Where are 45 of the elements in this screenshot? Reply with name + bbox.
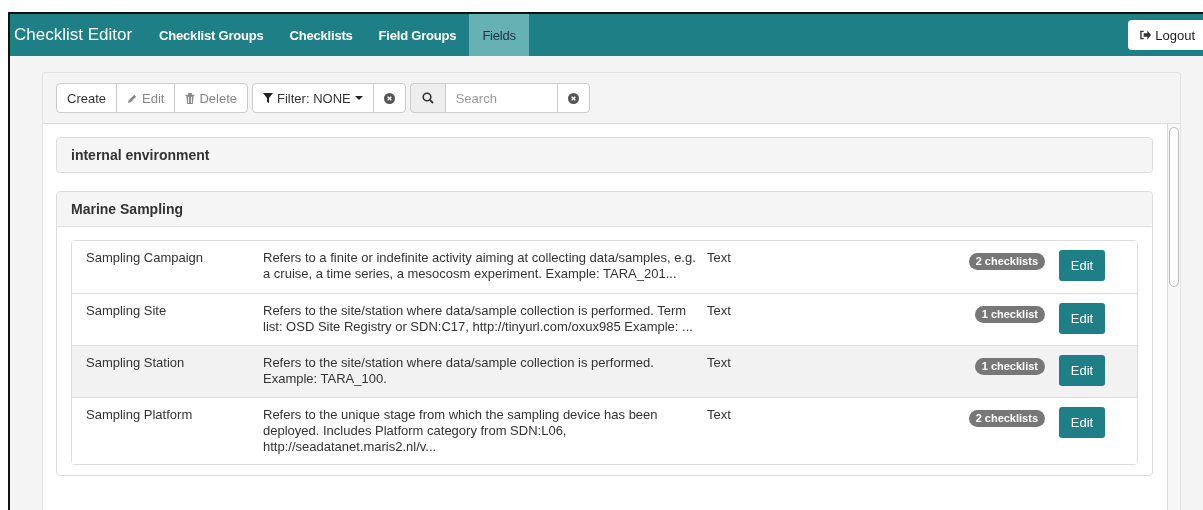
filter-icon [263,93,273,103]
group-title[interactable]: Marine Sampling [57,192,1152,226]
field-name: Sampling Site [86,303,168,320]
filter-dropdown[interactable]: Filter: NONE [252,83,374,113]
clear-icon [383,92,395,104]
usage-badge: 1 checklist [974,358,1045,375]
pencil-icon [127,92,139,104]
field-type: Text [707,250,732,267]
group-title[interactable]: internal environment [57,138,1152,172]
nav-tab[interactable]: Fields [469,14,529,56]
nav-tab[interactable]: Checklists [276,14,366,56]
clear-search-button[interactable] [556,83,590,113]
trash-icon [185,92,196,104]
usage-badge: 2 checklists [968,410,1045,427]
field-type: Text [707,407,732,424]
search-field[interactable]: Search [445,83,558,113]
edit-button[interactable]: Edit [1059,250,1105,281]
scrollbar[interactable] [1167,124,1180,510]
search-icon [421,92,434,104]
edit-button[interactable]: Edit [1059,407,1105,438]
logout-button[interactable]: Logout [1128,20,1203,50]
field-description: Refers to the site/station where data/sample collection is performed. Term list: OSD Site Registry or SDN:C17, http://tinyurl.com/oxux985 Example: ... [263,303,694,336]
nav-tab[interactable]: Checklist Groups [146,14,277,56]
field-type: Text [707,355,732,372]
nav-tab[interactable]: Field Groups [365,14,470,56]
field-row[interactable]: Sampling Station Refers to the site/station where data/sample collection is performed. Example: TARA_100. Text 1 checklist Edit [72,345,1137,397]
field-name: Sampling Platform [86,407,194,424]
toolbar-button[interactable]: Create [56,83,118,113]
edit-button[interactable]: Edit [1059,303,1105,334]
field-name: Sampling Campaign [86,250,205,267]
scrollbar-thumb[interactable] [1169,127,1179,287]
app-brand[interactable]: Checklist Editor [14,14,133,56]
field-type: Text [707,303,732,320]
field-name: Sampling Station [86,355,186,372]
clear-filter-button[interactable] [372,83,406,113]
usage-badge: 2 checklists [968,253,1045,270]
caret-icon [354,96,363,100]
field-description: Refers to the unique stage from which the sampling device has been deployed. Includes Platform category from SDN:L06, http://seadatanet.maris2.nl/v... [263,407,659,455]
field-description: Refers to the site/station where data/sample collection is performed. Example: TARA_100. [263,355,655,388]
usage-badge: 1 checklist [974,306,1045,323]
edit-button[interactable]: Edit [1059,355,1105,386]
logout-icon [1140,30,1152,40]
clear-icon [567,92,579,104]
field-description: Refers to a finite or indefinite activity aiming at collecting data/samples, e.g. a cruise, a time series, a mesocosm experiment. Example: TARA_201... [263,250,697,283]
field-row[interactable]: Sampling Platform Refers to the unique stage from which the sampling device has been deployed. Includes Platform category from SDN:L06, http://seadatanet.maris2.nl/v... Text 2 checklists Edit [72,397,1137,464]
